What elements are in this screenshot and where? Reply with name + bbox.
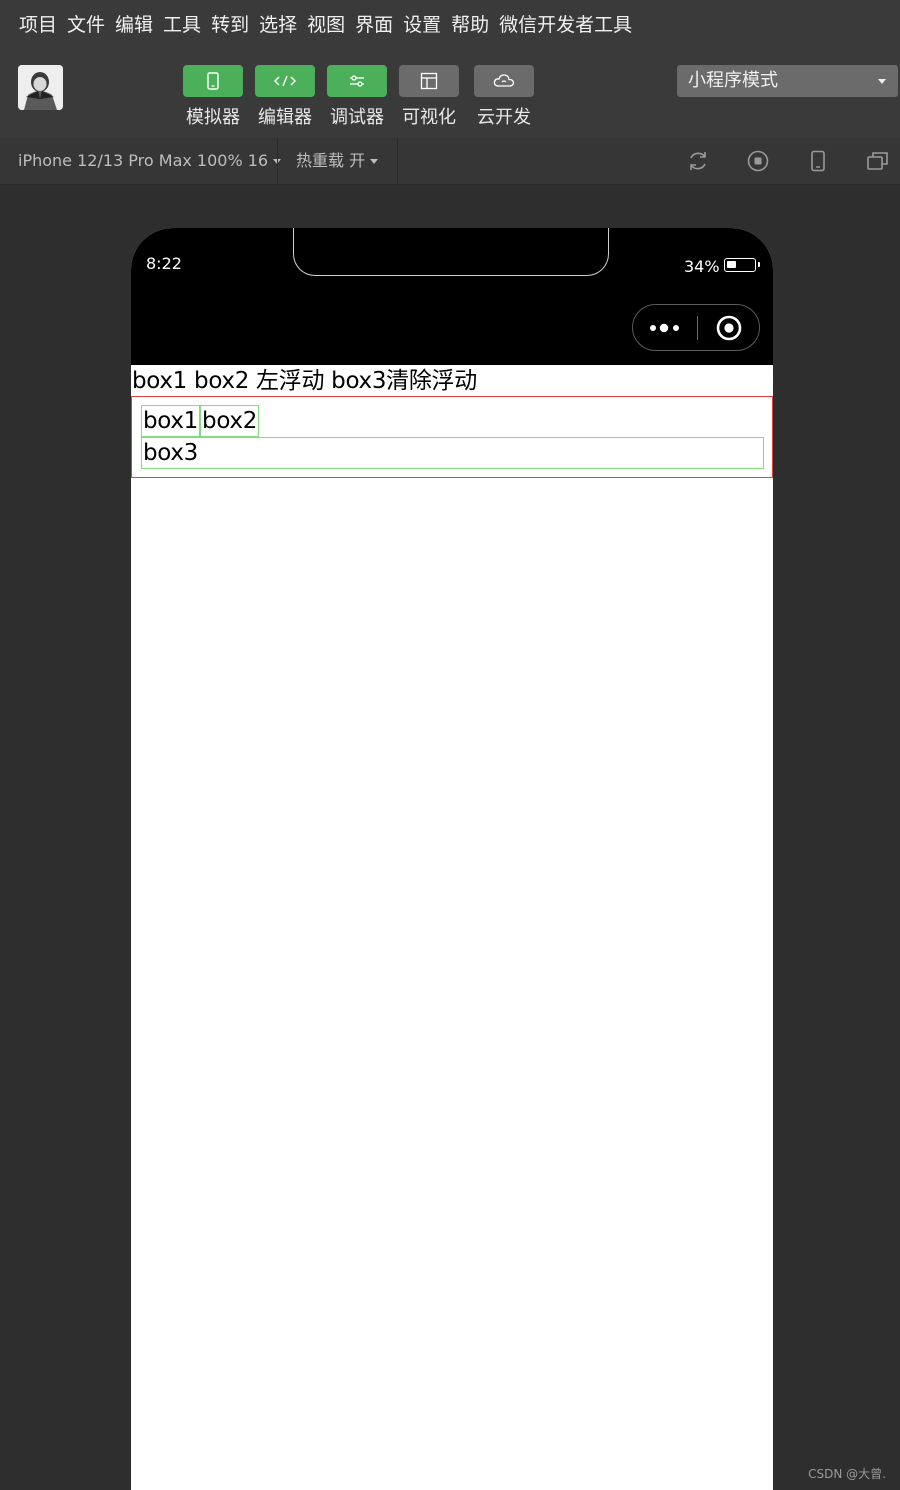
parent-container: box1 box2 box3 (131, 396, 773, 478)
chevron-down-icon (878, 79, 886, 84)
visual-button[interactable]: 可视化 (399, 65, 459, 129)
watermark: CSDN @大曾. (808, 1467, 886, 1481)
code-icon (273, 75, 297, 87)
menu-bar: 项目 文件 编辑 工具 转到 选择 视图 界面 设置 帮助 微信开发者工具 (0, 0, 900, 46)
hot-reload-label: 热重载 开 (296, 151, 366, 170)
box2: box2 (200, 405, 260, 437)
menu-capsule (632, 304, 760, 351)
simulator-button[interactable]: 模拟器 (183, 65, 243, 129)
box3: box3 (141, 437, 764, 469)
divider (277, 138, 278, 184)
menu-item-file[interactable]: 文件 (62, 10, 110, 37)
more-dots-icon[interactable] (647, 317, 683, 339)
debugger-button[interactable]: 调试器 (327, 65, 387, 129)
editor-label: 编辑器 (258, 107, 312, 128)
menu-item-wechat-devtools[interactable]: 微信开发者工具 (494, 10, 637, 37)
chevron-down-icon (370, 159, 379, 164)
cloud-icon (493, 74, 515, 87)
sliders-icon (350, 75, 364, 87)
device-select[interactable]: iPhone 12/13 Pro Max 100% 16 (18, 138, 282, 184)
page-content: box1 box2 左浮动 box3清除浮动 box1 box2 box3 (131, 365, 773, 478)
device-icon[interactable] (806, 149, 830, 173)
page-title: box1 box2 左浮动 box3清除浮动 (132, 368, 477, 394)
editor-button[interactable]: 编辑器 (255, 65, 315, 129)
battery-fill (727, 261, 736, 268)
mode-select-value: 小程序模式 (688, 70, 778, 91)
box1: box1 (141, 405, 201, 437)
menu-item-project[interactable]: 项目 (14, 10, 62, 37)
mode-select[interactable]: 小程序模式 (677, 65, 898, 97)
divider (397, 138, 398, 184)
phone-notch (293, 228, 609, 276)
avatar-image (18, 65, 63, 110)
window-icon[interactable] (866, 149, 890, 173)
menu-item-interface[interactable]: 界面 (350, 10, 398, 37)
simulator-label: 模拟器 (186, 107, 240, 128)
menu-item-tools[interactable]: 工具 (158, 10, 206, 37)
cloud-dev-button[interactable]: 云开发 (474, 65, 534, 129)
avatar[interactable] (18, 65, 63, 110)
phone-status-area: 8:22 34% (131, 228, 773, 365)
menu-item-goto[interactable]: 转到 (206, 10, 254, 37)
visual-label: 可视化 (402, 107, 456, 128)
phone-simulator: 8:22 34% box1 box2 左浮动 box3清除浮动 box1 box… (131, 228, 773, 1490)
hot-reload-select[interactable]: 热重载 开 (296, 138, 379, 184)
menu-item-settings[interactable]: 设置 (398, 10, 446, 37)
menu-item-view[interactable]: 视图 (302, 10, 350, 37)
debugger-label: 调试器 (330, 107, 384, 128)
battery-icon (724, 258, 760, 272)
stop-icon[interactable] (746, 149, 770, 173)
menu-item-select[interactable]: 选择 (254, 10, 302, 37)
layout-icon (420, 72, 438, 90)
menu-item-edit[interactable]: 编辑 (110, 10, 158, 37)
cloud-dev-label: 云开发 (477, 107, 531, 128)
menu-item-help[interactable]: 帮助 (446, 10, 494, 37)
status-time: 8:22 (146, 254, 182, 273)
close-target-icon[interactable] (716, 315, 742, 341)
device-bar: iPhone 12/13 Pro Max 100% 16 热重载 开 (0, 138, 900, 185)
phone-icon (207, 72, 219, 90)
battery-percent: 34% (684, 257, 720, 276)
refresh-icon[interactable] (686, 149, 710, 173)
device-select-label: iPhone 12/13 Pro Max 100% 16 (18, 151, 269, 170)
toolbar: 模拟器 编辑器 调试器 可视化 云开发 小程序模式 (0, 46, 900, 138)
